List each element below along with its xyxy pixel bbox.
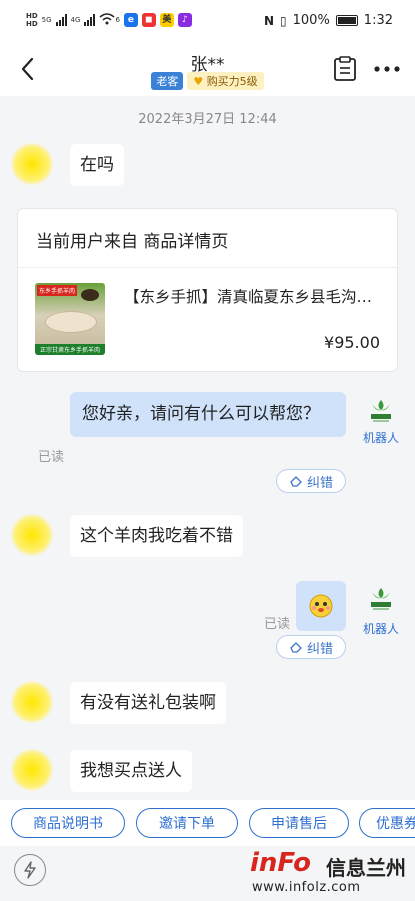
order-notes-button[interactable] [333,56,357,82]
battery-icon [335,15,358,26]
bot-label: 机器人 [362,622,399,636]
quick-action-manual[interactable]: 商品说明书 [11,808,125,838]
message-bubble: 有没有送礼包装啊 [70,682,226,724]
status-left: HD HD 5G 4G 6 e ◼ 美 ♪ [26,12,192,28]
buying-power-badge: ♥ 购买力5级 [187,72,264,90]
status-bar: HD HD 5G 4G 6 e ◼ 美 ♪ N ▯ 100% 1:32 [0,0,415,44]
correct-button[interactable]: 纠错 [276,469,346,493]
status-right: N ▯ 100% 1:32 [264,13,393,28]
customer-avatar [11,143,53,185]
signal-icon [55,14,67,26]
watermark: inFo 信息兰州 www.infolz.com [250,848,410,898]
battery-percent: 100% [292,13,330,28]
customer-avatar [11,514,53,556]
product-thumbnail[interactable]: 东乡手抓羊肉 正宗甘肃东乡手抓羊肉 [35,283,105,355]
customer-avatar [11,681,53,723]
clock: 1:32 [363,13,393,28]
nfc-icon: N [263,13,275,28]
product-price: ¥95.00 [324,333,380,352]
product-image-footer: 正宗甘肃东乡手抓羊肉 [35,344,105,355]
message-timestamp: 2022年3月27日 12:44 [138,112,277,127]
card-divider [18,267,397,268]
robot-logo-icon [371,400,391,422]
product-title: 【东乡手抓】清真临夏东乡县毛沟滩羊 [124,288,384,306]
signal-icon-2 [84,14,96,26]
message-bubble: 在吗 [70,144,124,186]
read-status: 已读 [38,450,65,465]
product-image-tag: 东乡手抓羊肉 [37,285,78,296]
watermark-logo: inFo [250,848,312,878]
wifi-6-badge: 6 [115,16,120,24]
vibrate-icon: ▯ [280,13,287,28]
eraser-icon [290,476,302,487]
sticker-message[interactable] [296,581,346,631]
more-options-button[interactable] [373,58,401,80]
correct-button[interactable]: 纠错 [276,635,346,659]
clipboard-icon [334,56,356,81]
app-notification-icon-2: ◼ [141,13,156,27]
network-4g-label: 4G [70,16,81,24]
heart-icon: ♥ [193,75,204,88]
app-notification-icon-1: e [123,13,138,27]
customer-avatar [11,749,53,791]
chat-header: 张** 老客 ♥ 购买力5级 [0,44,415,96]
read-status: 已读 [264,617,291,632]
more-dots-icon [374,66,400,72]
bot-label: 机器人 [362,431,399,445]
quick-action-coupon[interactable]: 优惠券 [359,808,415,838]
source-label: 当前用户来自 商品详情页 [36,232,229,252]
eraser-icon [290,642,302,653]
message-bubble: 这个羊肉我吃着不错 [70,515,243,557]
network-hd-indicator: HD HD [26,12,38,28]
watermark-site-name: 信息兰州 [326,856,406,880]
app-notification-icon-3: 美 [159,13,174,27]
lightning-icon [24,861,36,879]
watermark-url: www.infolz.com [252,880,361,895]
quick-action-after-sales[interactable]: 申请售后 [249,808,349,838]
old-customer-badge: 老客 [151,72,184,90]
input-bar: inFo 信息兰州 www.infolz.com [0,846,415,901]
bot-reply-bubble: 您好亲，请问有什么可以帮您？ [70,392,346,437]
robot-logo-icon [371,588,391,610]
lamb-meat-shape [45,311,97,333]
quick-reply-button[interactable] [14,854,46,886]
app-notification-icon-4: ♪ [177,13,192,27]
quick-action-invite-order[interactable]: 邀请下单 [136,808,238,838]
product-source-card[interactable]: 当前用户来自 商品详情页 东乡手抓羊肉 正宗甘肃东乡手抓羊肉 【东乡手抓】清真临… [17,208,398,372]
message-bubble: 我想买点送人 [70,750,192,792]
cute-sticker-icon [309,594,333,618]
quick-actions-bar: 商品说明书 邀请下单 申请售后 优惠券 [0,800,415,846]
network-5g-label: 5G [41,16,52,24]
sauce-bowl-shape [81,289,99,301]
wifi-icon [99,12,115,28]
